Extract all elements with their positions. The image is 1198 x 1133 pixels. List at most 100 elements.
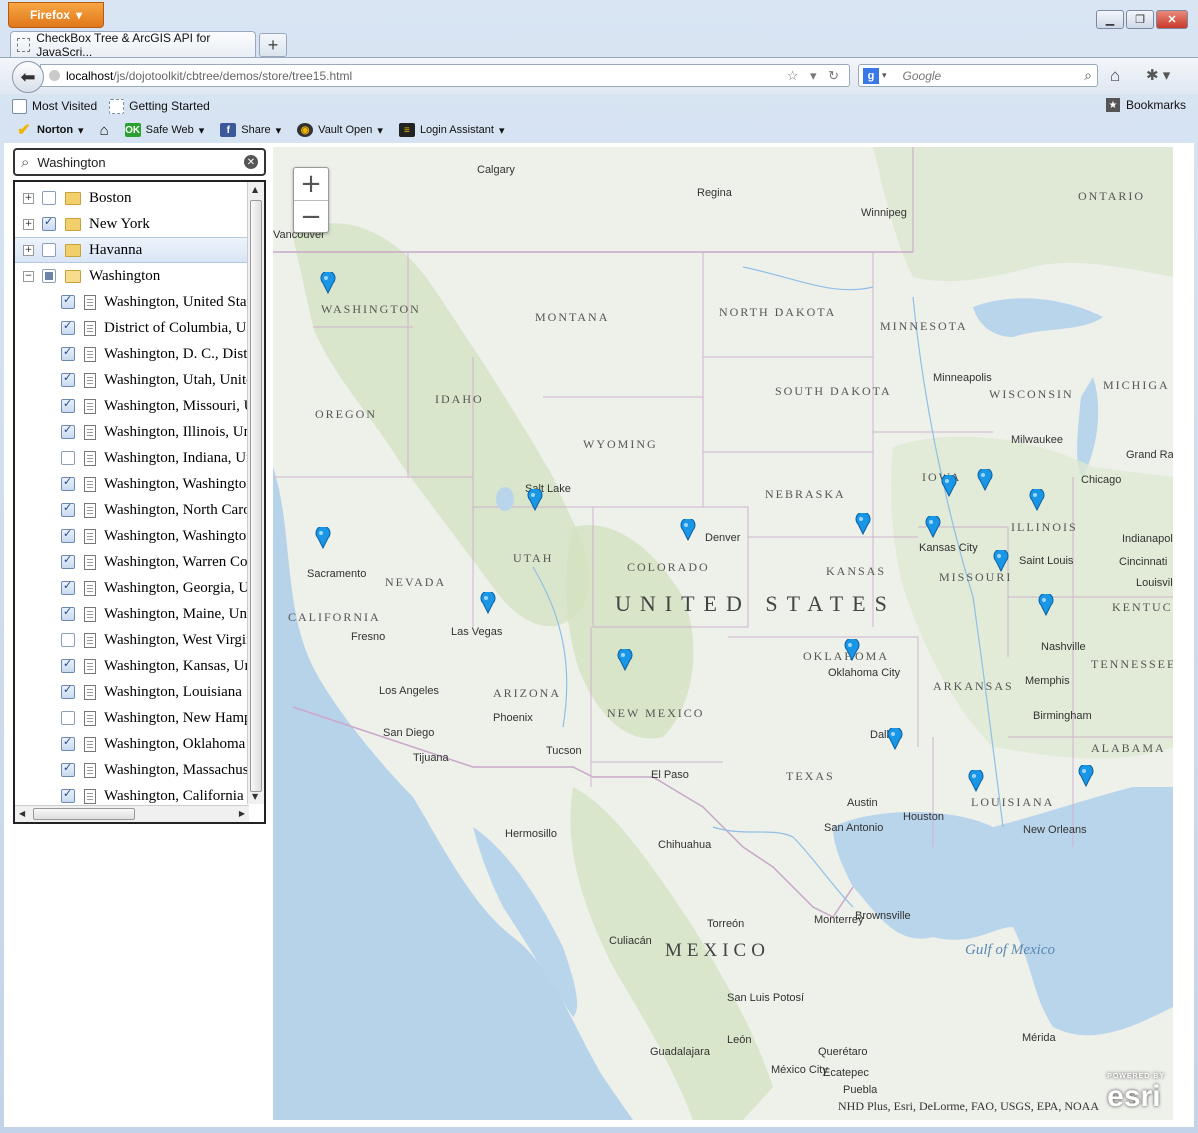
bookmark-getting-started[interactable]: Getting Started — [109, 98, 210, 114]
map-marker-pin-icon[interactable] — [844, 639, 860, 661]
tree-checkbox[interactable] — [61, 345, 75, 361]
new-tab-button[interactable]: + — [259, 33, 287, 57]
tree-checkbox[interactable] — [61, 501, 75, 517]
tree-checkbox[interactable] — [61, 397, 75, 413]
tree-checkbox[interactable] — [61, 605, 75, 621]
tree-node[interactable]: Washington, Washington — [15, 523, 249, 549]
tree-node[interactable]: Washington, New Hampshire — [15, 705, 249, 731]
tree-vertical-scroll-thumb[interactable] — [250, 200, 262, 792]
tree-node[interactable]: Washington, Maine, United States — [15, 601, 249, 627]
search-box[interactable]: g ▾ Google ⌕ — [858, 64, 1098, 87]
tree-checkbox[interactable] — [61, 761, 75, 777]
tree-node[interactable]: Washington, Warren County — [15, 549, 249, 575]
tree-horizontal-scroll-thumb[interactable] — [33, 808, 135, 820]
tree-node[interactable]: + Boston — [15, 185, 249, 211]
map-marker-pin-icon[interactable] — [887, 728, 903, 750]
tree-node[interactable]: Washington, Washington — [15, 471, 249, 497]
scroll-left-arrow-icon[interactable]: ◀ — [19, 809, 25, 818]
map-marker-pin-icon[interactable] — [941, 475, 957, 497]
tree-vertical-scrollbar[interactable]: ▲ ▼ — [247, 182, 264, 804]
map-marker-pin-icon[interactable] — [968, 770, 984, 792]
tree-node[interactable]: Washington, North Carolina — [15, 497, 249, 523]
tree-checkbox[interactable] — [61, 527, 75, 543]
map-marker-pin-icon[interactable] — [993, 550, 1009, 572]
expando-icon[interactable]: + — [23, 244, 34, 256]
zoom-out-button[interactable]: − — [294, 201, 328, 233]
map-marker-pin-icon[interactable] — [320, 272, 336, 294]
login-assistant-menu[interactable]: ≡ Login Assistant ▾ — [398, 123, 504, 137]
clear-filter-icon[interactable]: ✕ — [244, 155, 258, 169]
site-identity-icon[interactable] — [49, 70, 60, 81]
tree-node[interactable]: District of Columbia, United States — [15, 315, 249, 341]
tree-node[interactable]: Washington, Oklahoma — [15, 731, 249, 757]
tree-node[interactable]: Washington, Kansas, United States — [15, 653, 249, 679]
engine-dropdown-icon[interactable]: ▾ — [882, 70, 887, 81]
tree-node[interactable]: + New York — [15, 211, 249, 237]
bookmarks-menu-button[interactable]: ★ Bookmarks — [1105, 98, 1186, 112]
tree-checkbox[interactable] — [61, 371, 75, 387]
minimize-button[interactable]: ▁ — [1096, 10, 1124, 29]
scroll-up-arrow-icon[interactable]: ▲ — [252, 185, 258, 194]
tree-checkbox[interactable] — [61, 319, 75, 335]
tree-checkbox[interactable] — [42, 269, 56, 283]
search-icon[interactable]: ⌕ — [1084, 67, 1092, 84]
bookmark-most-visited[interactable]: Most Visited — [12, 98, 97, 114]
map-marker-pin-icon[interactable] — [1038, 594, 1054, 616]
tree-checkbox[interactable] — [42, 215, 56, 231]
map-marker-pin-icon[interactable] — [315, 527, 331, 549]
tree-node[interactable]: Washington, California — [15, 783, 249, 804]
tree-checkbox[interactable] — [61, 633, 75, 647]
map-marker-pin-icon[interactable] — [977, 469, 993, 491]
map-marker-pin-icon[interactable] — [925, 516, 941, 538]
tree-checkbox[interactable] — [61, 787, 75, 803]
tree-horizontal-scrollbar[interactable]: ◀ ▶ — [15, 805, 249, 822]
tree-node[interactable]: Washington, Indiana, United States — [15, 445, 249, 471]
tree-checkbox[interactable] — [42, 243, 56, 257]
google-engine-icon[interactable]: g — [863, 67, 879, 84]
tree-checkbox[interactable] — [61, 711, 75, 725]
tree-node[interactable]: Washington, Illinois, United States — [15, 419, 249, 445]
tree-node[interactable]: Washington, Missouri, United States — [15, 393, 249, 419]
norton-home-button[interactable]: ⌂ — [100, 122, 109, 139]
tree-node[interactable]: Washington, D. C., District of Columbia — [15, 341, 249, 367]
map-marker-pin-icon[interactable] — [527, 489, 543, 511]
tree-checkbox[interactable] — [61, 579, 75, 595]
scroll-right-arrow-icon[interactable]: ▶ — [239, 809, 245, 818]
tree-checkbox[interactable] — [61, 423, 75, 439]
firefox-menu-button[interactable]: Firefox ▾ — [8, 2, 104, 28]
map-view[interactable]: UNITED STATES MEXICO ONTARIO Gulf of Mexico… — [273, 147, 1173, 1120]
tree-node[interactable]: − Washington — [15, 263, 249, 289]
esri-logo[interactable]: POWERED BY esri — [1107, 1073, 1165, 1114]
tree-checkbox[interactable] — [42, 191, 56, 205]
tree-node[interactable]: Washington, Louisiana — [15, 679, 249, 705]
tree-checkbox[interactable] — [61, 553, 75, 569]
tree-checkbox[interactable] — [61, 475, 75, 491]
scroll-down-arrow-icon[interactable]: ▼ — [252, 792, 258, 801]
tree-node[interactable]: Washington, Georgia, United States — [15, 575, 249, 601]
map-marker-pin-icon[interactable] — [680, 519, 696, 541]
tree-filter-input[interactable] — [35, 153, 230, 171]
addon-puzzle-icon[interactable]: ✱ ▾ — [1146, 66, 1170, 84]
expando-icon[interactable]: − — [23, 270, 34, 282]
share-menu[interactable]: f Share ▾ — [220, 123, 281, 137]
tree-checkbox[interactable] — [61, 657, 75, 673]
map-marker-pin-icon[interactable] — [1078, 765, 1094, 787]
tree-node[interactable]: Washington, West Virginia — [15, 627, 249, 653]
tree-checkbox[interactable] — [61, 735, 75, 751]
norton-menu[interactable]: ✔ Norton ▾ — [16, 122, 83, 139]
maximize-button[interactable]: ❐ — [1126, 10, 1154, 29]
expando-icon[interactable]: + — [23, 192, 34, 204]
zoom-in-button[interactable]: + — [294, 168, 328, 201]
browser-tab[interactable]: CheckBox Tree & ArcGIS API for JavaScri.… — [10, 31, 256, 59]
tree-checkbox[interactable] — [61, 293, 75, 309]
map-marker-pin-icon[interactable] — [1029, 489, 1045, 511]
bookmark-star-icon[interactable]: ☆ ▾ ↻ — [787, 68, 843, 84]
expando-icon[interactable]: + — [23, 218, 34, 230]
home-icon[interactable]: ⌂ — [1110, 66, 1120, 86]
map-marker-pin-icon[interactable] — [855, 513, 871, 535]
tree-checkbox[interactable] — [61, 683, 75, 699]
safe-web-menu[interactable]: OK Safe Web ▾ — [124, 123, 204, 137]
tree-checkbox[interactable] — [61, 451, 75, 465]
close-window-button[interactable]: ✕ — [1156, 10, 1188, 29]
vault-open-menu[interactable]: ◉ Vault Open ▾ — [297, 123, 383, 137]
